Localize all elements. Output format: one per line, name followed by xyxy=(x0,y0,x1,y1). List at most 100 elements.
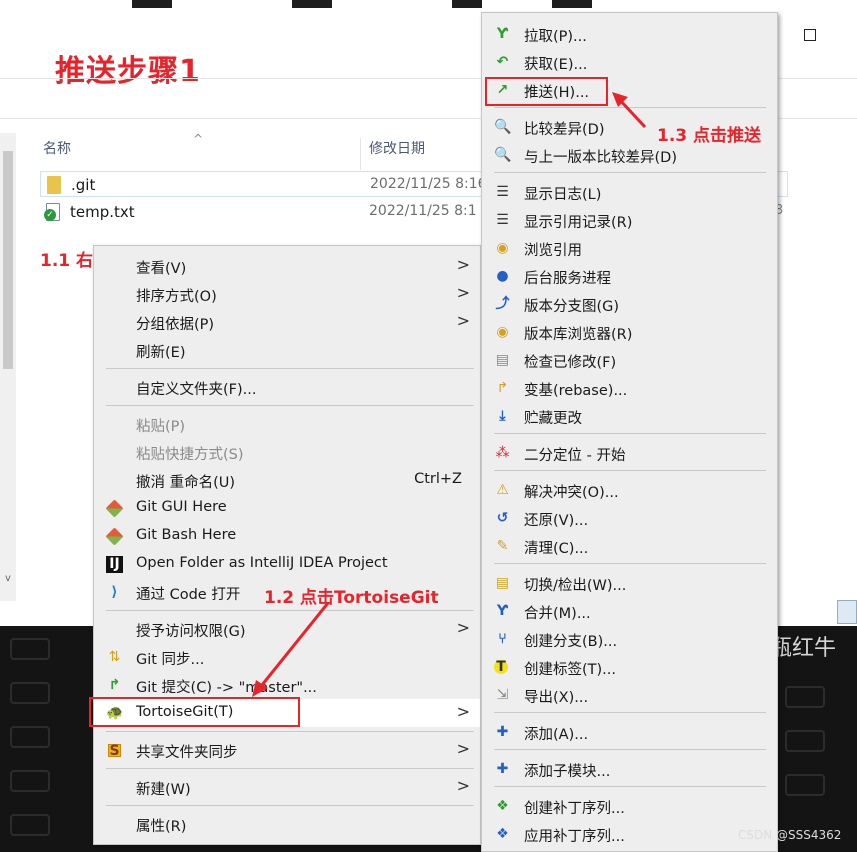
menu-item-label: 与上一版本比较差异(D) xyxy=(524,150,677,166)
menu-item-label: 添加子模块... xyxy=(524,764,611,780)
menu-item-apply-patch[interactable]: ❖ 应用补丁序列... xyxy=(482,820,777,848)
highlight-box-tortoisegit xyxy=(89,697,300,727)
menu-separator xyxy=(106,768,474,769)
top-strip xyxy=(0,0,857,8)
menu-item-create-patch[interactable]: ❖ 创建补丁序列... xyxy=(482,792,777,820)
menu-item-merge[interactable]: Ƴ 合并(M)... xyxy=(482,597,777,625)
menu-item-reflog[interactable]: ☰ 显示引用记录(R) xyxy=(482,206,777,234)
menu-item-refresh[interactable]: 刷新(E) xyxy=(94,336,480,364)
sort-ascending-icon: ^ xyxy=(193,132,204,146)
git-bash-icon xyxy=(105,527,124,546)
menu-item-fetch[interactable]: ↶ 获取(E)... xyxy=(482,48,777,76)
menu-item-cleanup[interactable]: ✎ 清理(C)... xyxy=(482,532,777,560)
menu-item-label: 新建(W) xyxy=(136,782,191,798)
vscode-icon: ⟩ xyxy=(111,584,118,600)
branch-icon: ⑂ xyxy=(498,631,507,647)
file-name: .git xyxy=(71,176,96,194)
menu-item-git-commit[interactable]: ↱ Git 提交(C) -> "master"... xyxy=(94,671,480,699)
chevron-right-icon: > xyxy=(456,776,470,795)
menu-separator xyxy=(494,749,766,750)
menu-item-paste-shortcut[interactable]: 粘贴快捷方式(S) xyxy=(94,438,480,466)
menu-item-label: 切换/检出(W)... xyxy=(524,578,627,594)
export-icon: ⇲ xyxy=(496,687,509,703)
menu-item-undo-rename[interactable]: 撤消 重命名(U) Ctrl+Z xyxy=(94,466,480,494)
menu-item-bisect[interactable]: ⁂ 二分定位 - 开始 xyxy=(482,439,777,467)
scrollbar-thumb[interactable] xyxy=(3,151,13,369)
menu-item-browse-refs[interactable]: ◉ 浏览引用 xyxy=(482,234,777,262)
menu-item-label: 撤消 重命名(U) xyxy=(136,475,236,491)
menu-item-label: 应用补丁序列... xyxy=(524,829,625,845)
menu-item-export[interactable]: ⇲ 导出(X)... xyxy=(482,681,777,709)
menu-item-label: 贮藏更改 xyxy=(524,411,582,427)
diff-prev-icon: 🔍 xyxy=(494,147,512,163)
menu-item-label: 版本分支图(G) xyxy=(524,299,620,315)
menu-separator xyxy=(494,172,766,173)
menu-item-label: 添加(A)... xyxy=(524,727,589,743)
menu-item-label: 刷新(E) xyxy=(136,345,186,361)
menu-separator xyxy=(106,405,474,406)
background-pattern xyxy=(10,770,50,792)
highlight-box-push xyxy=(485,77,608,106)
menu-item-paste[interactable]: 粘贴(P) xyxy=(94,410,480,438)
menu-item-revision-graph[interactable]: ⤴ 版本分支图(G) xyxy=(482,290,777,318)
vertical-scrollbar[interactable]: v xyxy=(0,133,16,601)
column-separator[interactable] xyxy=(360,138,361,170)
menu-item-git-bash[interactable]: Git Bash Here xyxy=(94,522,480,550)
menu-item-label: 变基(rebase)... xyxy=(524,383,628,399)
menu-item-view[interactable]: 查看(V) > xyxy=(94,252,480,280)
menu-item-create-tag[interactable]: T 创建标签(T)... xyxy=(482,653,777,681)
menu-separator xyxy=(494,712,766,713)
menu-item-add-submodule[interactable]: ✚ 添加子模块... xyxy=(482,755,777,783)
menu-separator xyxy=(494,563,766,564)
revert-icon: ↺ xyxy=(496,510,509,526)
menu-item-label: 浏览引用 xyxy=(524,243,582,259)
strip-segment xyxy=(552,0,592,8)
merge-icon: Ƴ xyxy=(496,603,509,619)
menu-item-label: 粘贴(P) xyxy=(136,419,186,435)
maximize-icon[interactable] xyxy=(804,29,816,41)
menu-item-add[interactable]: ✚ 添加(A)... xyxy=(482,718,777,746)
background-pattern xyxy=(785,686,825,708)
menu-item-repo-browser[interactable]: ◉ 版本库浏览器(R) xyxy=(482,318,777,346)
menu-item-label: 检查已修改(F) xyxy=(524,355,617,371)
file-name: temp.txt xyxy=(70,203,135,221)
menu-separator xyxy=(494,433,766,434)
annotation-step-1-2: 1.2 点击TortoiseGit xyxy=(264,588,439,608)
background-pattern xyxy=(10,814,50,836)
menu-item-group[interactable]: 分组依据(P) > xyxy=(94,308,480,336)
tutorial-title: 推送步骤1 xyxy=(55,54,201,89)
menu-item-rebase[interactable]: ↱ 变基(rebase)... xyxy=(482,374,777,402)
menu-item-sort[interactable]: 排序方式(O) > xyxy=(94,280,480,308)
menu-item-create-branch[interactable]: ⑂ 创建分支(B)... xyxy=(482,625,777,653)
menu-item-check-modifications[interactable]: ▤ 检查已修改(F) xyxy=(482,346,777,374)
menu-item-revert[interactable]: ↺ 还原(V)... xyxy=(482,504,777,532)
menu-item-share-sync[interactable]: S 共享文件夹同步 > xyxy=(94,736,480,764)
column-header-modified[interactable]: 修改日期 xyxy=(369,138,425,168)
menu-item-resolve[interactable]: ⚠ 解决冲突(O)... xyxy=(482,476,777,504)
menu-item-git-gui[interactable]: Git GUI Here xyxy=(94,494,480,522)
menu-item-pull[interactable]: Ƴ 拉取(P)... xyxy=(482,20,777,48)
check-modifications-icon: ▤ xyxy=(495,352,510,368)
add-submodule-icon: ✚ xyxy=(496,761,509,777)
menu-item-git-sync[interactable]: ⇅ Git 同步... xyxy=(94,643,480,671)
background-pattern xyxy=(10,682,50,704)
menu-separator xyxy=(106,805,474,806)
rebase-icon: ↱ xyxy=(496,380,509,396)
menu-item-stash[interactable]: ⤓ 贮藏更改 xyxy=(482,402,777,430)
menu-item-daemon[interactable]: ● 后台服务进程 xyxy=(482,262,777,290)
menu-item-new[interactable]: 新建(W) > xyxy=(94,773,480,801)
menu-item-intellij[interactable]: IJ Open Folder as IntelliJ IDEA Project xyxy=(94,550,480,578)
menu-item-properties[interactable]: 属性(R) xyxy=(94,810,480,838)
chevron-right-icon: > xyxy=(456,283,470,302)
menu-item-switch[interactable]: ▤ 切换/检出(W)... xyxy=(482,569,777,597)
menu-item-show-log[interactable]: ☰ 显示日志(L) xyxy=(482,178,777,206)
menu-item-label: 授予访问权限(G) xyxy=(136,624,246,640)
chevron-right-icon: > xyxy=(456,311,470,330)
menu-item-customize-folder[interactable]: 自定义文件夹(F)... xyxy=(94,373,480,401)
menu-item-grant-access[interactable]: 授予访问权限(G) > xyxy=(94,615,480,643)
scroll-down-icon[interactable]: v xyxy=(2,573,14,584)
menu-separator xyxy=(106,731,474,732)
column-header-name[interactable]: 名称 xyxy=(43,138,71,168)
menu-item-label: 创建分支(B)... xyxy=(524,634,618,650)
view-details-icon[interactable] xyxy=(837,600,857,624)
